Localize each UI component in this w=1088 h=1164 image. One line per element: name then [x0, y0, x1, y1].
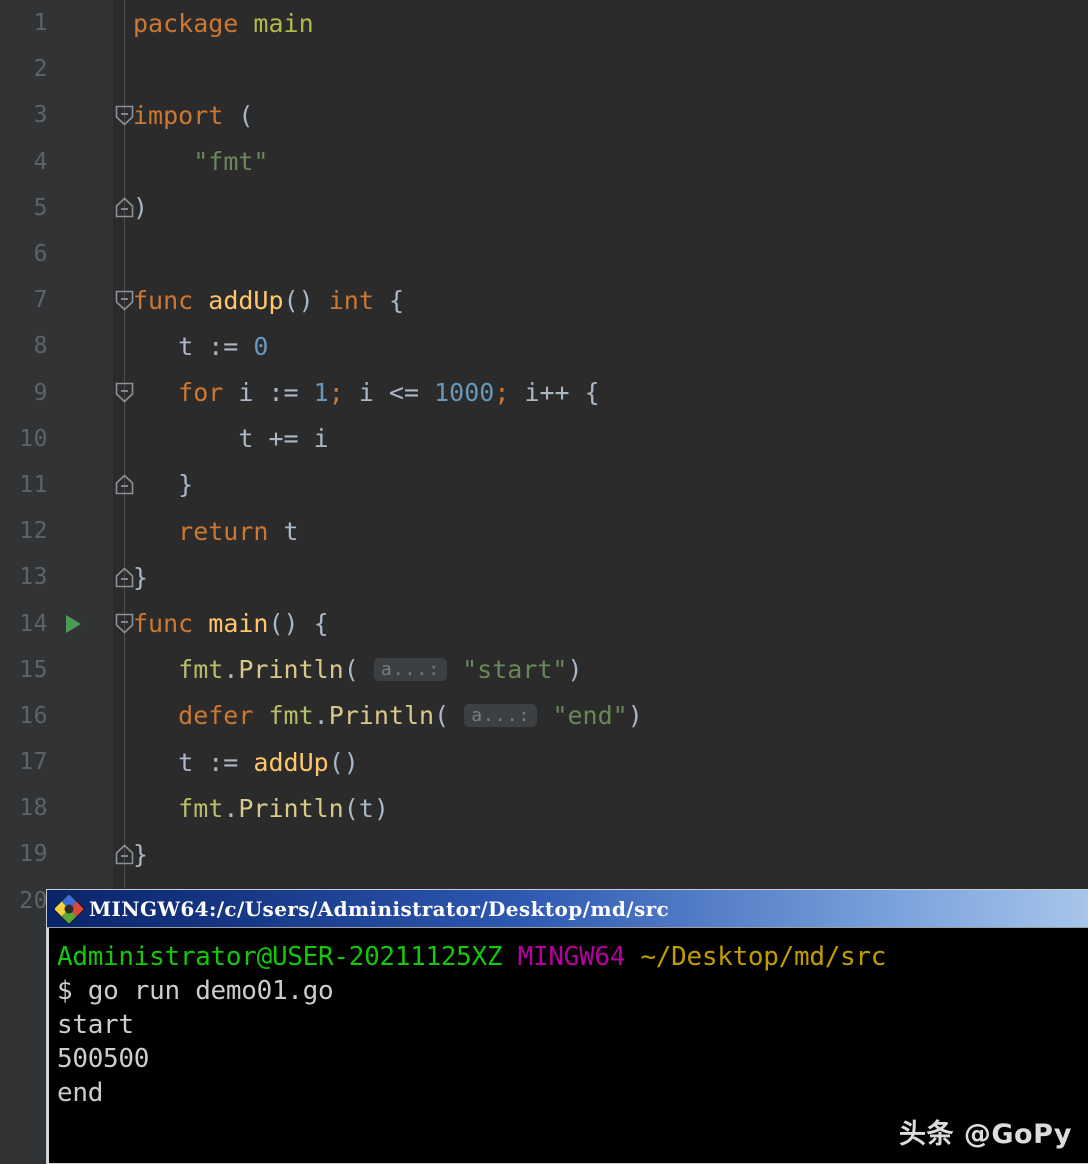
watermark: 头条 @GoPy: [898, 1119, 1072, 1150]
prompt-path: ~/Desktop/md/src: [640, 942, 887, 972]
code-text[interactable]: t := 0: [133, 332, 268, 361]
code-line[interactable]: 7 func addUp() int {: [0, 277, 1088, 323]
code-text[interactable]: t += i: [133, 424, 328, 453]
code-line[interactable]: 4 "fmt": [0, 139, 1088, 185]
code-line[interactable]: 10 t += i: [0, 416, 1088, 462]
code-line[interactable]: 11 }: [0, 462, 1088, 508]
code-text[interactable]: func addUp() int {: [133, 286, 404, 315]
line-number: 1: [33, 10, 48, 37]
terminal-output-line: 500500: [57, 1044, 150, 1074]
line-number: 15: [19, 656, 48, 683]
mingw-diamond-icon: [52, 892, 86, 925]
fold-start-icon[interactable]: [115, 613, 134, 634]
code-text[interactable]: fmt.Println(t): [133, 794, 389, 823]
fold-end-icon[interactable]: [115, 197, 134, 218]
code-line[interactable]: 17 t := addUp(): [0, 739, 1088, 785]
code-line[interactable]: 16 defer fmt.Println( a...: "end"): [0, 693, 1088, 739]
line-number: 5: [33, 194, 48, 221]
fold-end-icon[interactable]: [115, 567, 134, 588]
line-number: 12: [19, 518, 48, 545]
code-text[interactable]: import (: [133, 101, 253, 130]
terminal-title-bar[interactable]: MINGW64:/c/Users/Administrator/Desktop/m…: [47, 890, 1088, 928]
line-number: 2: [33, 56, 48, 83]
fold-start-icon[interactable]: [115, 382, 134, 403]
code-line[interactable]: 13 }: [0, 554, 1088, 600]
terminal-prompt-line: Administrator@USER-20211125XZ MINGW64 ~/…: [57, 940, 1088, 974]
code-text[interactable]: func main() {: [133, 609, 329, 638]
line-number: 11: [19, 471, 48, 498]
line-number: 3: [33, 102, 48, 129]
code-text[interactable]: ): [133, 193, 148, 222]
code-text[interactable]: "fmt": [133, 147, 268, 176]
code-line[interactable]: 9 for i := 1; i <= 1000; i++ {: [0, 370, 1088, 416]
terminal-title-text: MINGW64:/c/Users/Administrator/Desktop/m…: [89, 896, 670, 921]
terminal-output-line: end: [57, 1078, 104, 1108]
fold-end-icon[interactable]: [115, 474, 134, 495]
code-line[interactable]: 1 package main: [0, 0, 1088, 46]
run-main-icon[interactable]: [66, 614, 81, 633]
code-text[interactable]: t := addUp(): [133, 748, 359, 777]
line-number: 4: [33, 148, 48, 175]
terminal-command: go run demo01.go: [87, 976, 334, 1006]
line-number: 9: [33, 379, 48, 406]
code-line[interactable]: 6: [0, 231, 1088, 277]
code-line[interactable]: 19 }: [0, 831, 1088, 877]
code-text[interactable]: package main: [133, 9, 314, 38]
code-text[interactable]: for i := 1; i <= 1000; i++ {: [133, 378, 600, 407]
line-number: 8: [33, 333, 48, 360]
line-number: 19: [19, 841, 48, 868]
code-line[interactable]: 14 func main() {: [0, 600, 1088, 646]
prompt-user-host: Administrator@USER-20211125XZ: [57, 942, 503, 972]
code-text[interactable]: return t: [133, 517, 298, 546]
code-text[interactable]: }: [133, 840, 148, 869]
fold-end-icon[interactable]: [115, 844, 134, 865]
line-number: 14: [19, 610, 48, 637]
code-text[interactable]: fmt.Println( a...: "start"): [133, 655, 582, 684]
prompt-shell: MINGW64: [517, 942, 626, 972]
line-number: 16: [19, 702, 48, 729]
line-number: 17: [19, 749, 48, 776]
fold-start-icon[interactable]: [115, 105, 134, 126]
line-number: 6: [33, 241, 48, 268]
line-number: 10: [19, 425, 48, 452]
inline-param-hint[interactable]: a...:: [464, 704, 538, 728]
line-number: 13: [19, 564, 48, 591]
inline-param-hint[interactable]: a...:: [373, 658, 448, 682]
code-text[interactable]: defer fmt.Println( a...: "end"): [133, 701, 643, 730]
fold-start-icon[interactable]: [115, 290, 134, 311]
terminal-output-line: start: [57, 1010, 134, 1040]
code-line-list: 1 package main 2 3 import ( 4 "fmt" 5) …: [0, 0, 1088, 924]
line-number: 7: [33, 287, 48, 314]
code-text[interactable]: }: [133, 470, 193, 499]
code-text[interactable]: }: [133, 563, 148, 592]
code-line[interactable]: 12 return t: [0, 508, 1088, 554]
terminal-body[interactable]: Administrator@USER-20211125XZ MINGW64 ~/…: [47, 928, 1088, 1163]
line-number: 18: [19, 795, 48, 822]
code-line[interactable]: 3 import (: [0, 92, 1088, 138]
line-number: 20: [19, 887, 48, 914]
code-line[interactable]: 2: [0, 46, 1088, 92]
prompt-symbol: $: [57, 976, 73, 1006]
terminal-command-line: $ go run demo01.go: [57, 974, 1088, 1008]
mingw64-terminal-window[interactable]: MINGW64:/c/Users/Administrator/Desktop/m…: [46, 889, 1088, 1164]
screenshot-root: 1 package main 2 3 import ( 4 "fmt" 5) …: [0, 0, 1088, 1164]
code-line[interactable]: 18 fmt.Println(t): [0, 785, 1088, 831]
code-line[interactable]: 15 fmt.Println( a...: "start"): [0, 647, 1088, 693]
code-line[interactable]: 8 t := 0: [0, 323, 1088, 369]
code-line[interactable]: 5 ): [0, 185, 1088, 231]
